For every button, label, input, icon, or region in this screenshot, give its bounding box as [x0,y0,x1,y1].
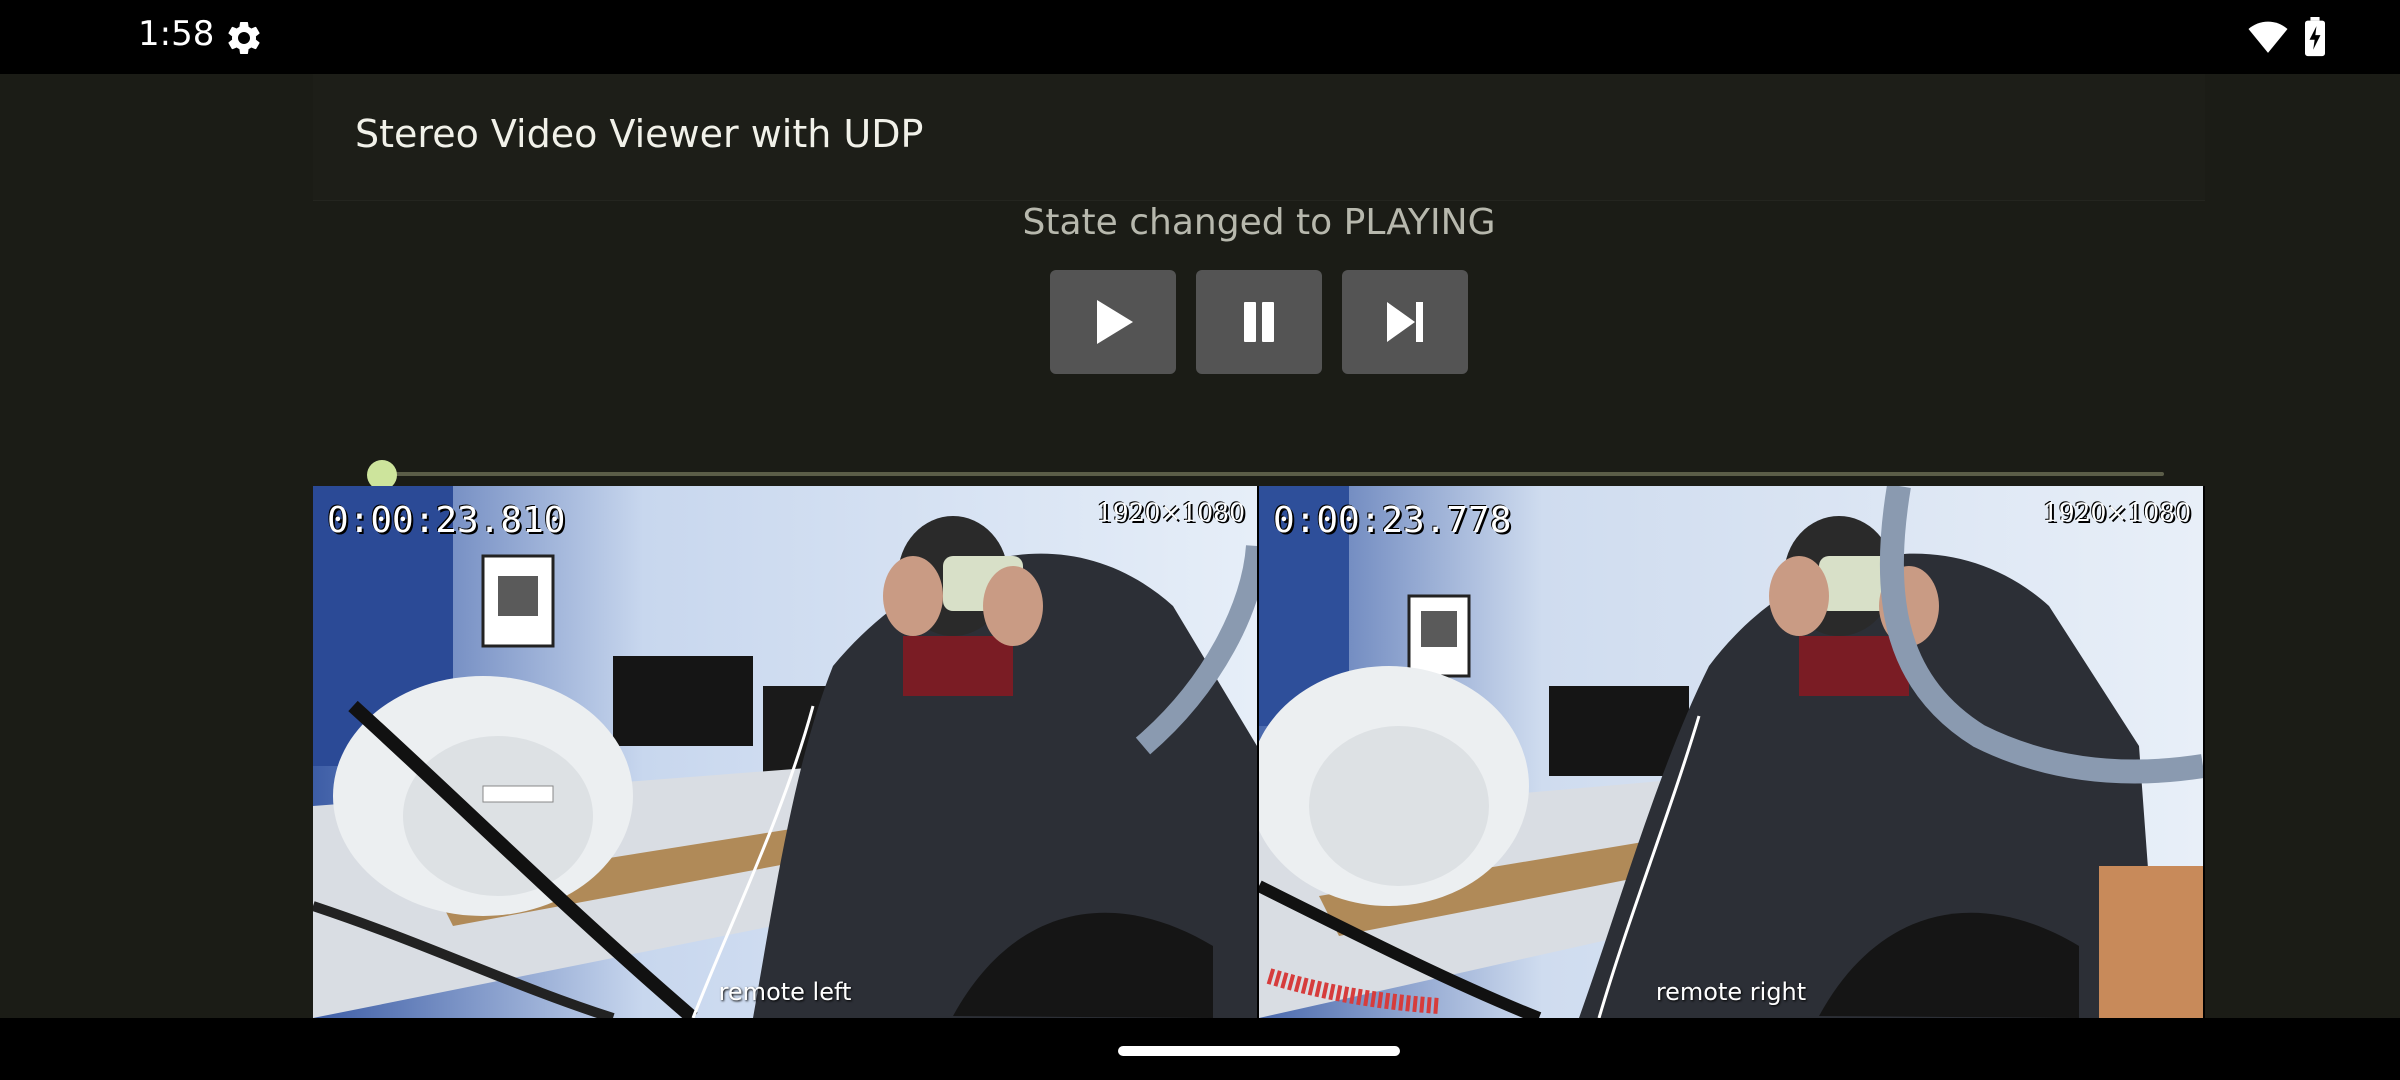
right-timestamp: 0:00:23.778 [1273,500,1512,541]
top-app-bar: Stereo Video Viewer with UDP [313,74,2205,201]
home-gesture-handle[interactable] [1118,1046,1400,1056]
seek-track [382,472,2164,476]
left-resolution: 1920×1080 [1096,498,1245,527]
status-bar: 1:58 [0,0,2400,74]
video-right: 0:00:23.778 1920×1080 remote right [1259,486,2203,1018]
left-timestamp: 0:00:23.810 [327,500,566,541]
right-video-label: remote right [1655,978,1807,1006]
stereo-video-area: 0:00:23.810 1920×1080 remote left 0:00:2… [313,486,2205,1018]
play-icon [1097,300,1133,344]
player-state-text: State changed to PLAYING [1022,202,1496,243]
skip-next-icon [1387,302,1423,342]
left-video-label: remote left [718,978,852,1006]
pause-button[interactable] [1196,270,1322,374]
navigation-bar [0,1018,2400,1080]
gear-icon [228,21,260,54]
wifi-icon [2248,21,2288,53]
app-title: Stereo Video Viewer with UDP [355,112,924,156]
status-time: 1:58 [138,14,215,54]
video-frame-left [313,486,1257,1018]
video-left: 0:00:23.810 1920×1080 remote left [313,486,1257,1018]
battery-charging-icon [2305,17,2325,57]
skip-next-button[interactable] [1342,270,1468,374]
app-content: Stereo Video Viewer with UDP State chang… [0,74,2400,1018]
video-frame-right [1259,486,2203,1018]
right-resolution: 1920×1080 [2042,498,2191,527]
play-button[interactable] [1050,270,1176,374]
pause-icon [1244,302,1274,342]
